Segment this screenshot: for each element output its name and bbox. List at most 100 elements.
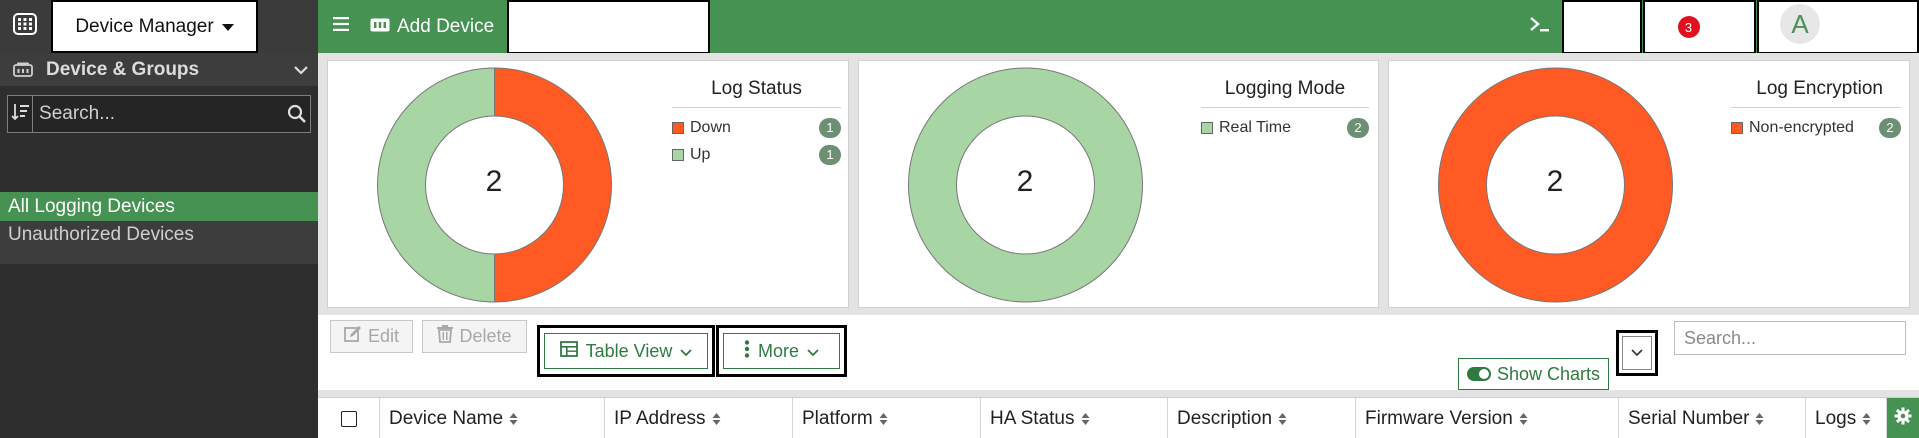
show-charts-label: Show Charts: [1496, 363, 1601, 384]
more-button[interactable]: More: [723, 333, 840, 369]
avatar: A: [1780, 4, 1820, 44]
product-title: Device Manager: [75, 15, 214, 37]
top-bar: Device Manager Add Device 3 A: [0, 0, 1919, 54]
legend: Log Encryption Non-encrypted 2: [1731, 61, 1901, 141]
legend-swatch: [672, 148, 684, 161]
app-root: Device Manager Add Device 3 A Device & G…: [0, 0, 1919, 438]
legend: Logging Mode Real Time 2: [1201, 61, 1369, 141]
sidebar-item-all-logging-devices[interactable]: All Logging Devices: [0, 192, 318, 221]
column-header-device-name[interactable]: Device Name: [380, 398, 605, 438]
legend-item-non-encrypted[interactable]: Non-encrypted 2: [1731, 114, 1901, 141]
hamburger-icon: [333, 17, 349, 36]
legend-count-badge: 2: [1347, 117, 1369, 138]
terminal-icon: [1529, 15, 1551, 38]
caret-down-icon: [221, 16, 234, 38]
select-all-cell: [318, 398, 380, 438]
column-label: Description: [1177, 407, 1273, 429]
legend-label: Down: [690, 118, 731, 136]
table-icon: [559, 340, 578, 362]
column-label: Device Name: [389, 407, 504, 429]
legend-swatch: [1201, 121, 1213, 134]
column-settings-button[interactable]: [1887, 398, 1919, 438]
sidebar-search-input[interactable]: [33, 96, 285, 132]
table-search-input[interactable]: [1674, 321, 1906, 355]
sidebar-section-header[interactable]: Device & Groups: [0, 53, 318, 86]
toggle-switch-icon: [1466, 367, 1491, 381]
table-header: Device Name IP Address Platform HA Statu…: [318, 397, 1919, 438]
table-view-dropdown[interactable]: Table View: [537, 325, 715, 377]
delete-label: Delete: [459, 326, 512, 346]
chart-card-logging-mode: 2 Logging Mode Real Time 2: [858, 60, 1379, 308]
sort-icon: [879, 412, 888, 426]
chevron-down-icon: [680, 341, 692, 362]
hamburger-menu-button[interactable]: [318, 0, 364, 53]
sort-descending-icon: [10, 102, 30, 127]
sidebar-item-label: Unauthorized Devices: [8, 224, 194, 245]
column-header-ip-address[interactable]: IP Address: [605, 398, 793, 438]
donut-total-count: 2: [1546, 165, 1564, 198]
app-launcher-button[interactable]: [0, 0, 50, 53]
sidebar-section-title: Device & Groups: [46, 58, 200, 80]
sort-icon: [1278, 412, 1287, 426]
show-charts-toggle[interactable]: Show Charts: [1458, 358, 1609, 390]
more-label: More: [757, 340, 799, 361]
add-device-button[interactable]: Add Device: [370, 0, 494, 53]
legend-label: Non-encrypted: [1749, 118, 1854, 136]
edit-icon: [344, 325, 362, 348]
notification-count-badge: 3: [1677, 16, 1700, 38]
sidebar-item-label: All Logging Devices: [8, 195, 175, 217]
column-header-logs[interactable]: Logs: [1806, 398, 1887, 438]
chart-card-log-status: 2 Log Status Down 1 Up 1: [327, 60, 849, 308]
sidebar: Device & Groups All Logging Devices: [0, 53, 318, 438]
more-dropdown[interactable]: More: [716, 325, 847, 377]
column-header-platform[interactable]: Platform: [793, 398, 981, 438]
chevron-down-icon: [807, 341, 819, 362]
table-view-button[interactable]: Table View: [544, 333, 708, 369]
select-all-checkbox[interactable]: [340, 410, 357, 427]
column-header-serial-number[interactable]: Serial Number: [1619, 398, 1806, 438]
legend-item-down[interactable]: Down 1: [672, 114, 841, 141]
chevron-down-icon[interactable]: [294, 59, 308, 81]
notifications-button[interactable]: 3: [1643, 0, 1756, 54]
column-label: Serial Number: [1628, 407, 1750, 429]
header-empty-button[interactable]: [1562, 0, 1642, 54]
column-header-description[interactable]: Description: [1168, 398, 1356, 438]
donut-total-count: 2: [1016, 165, 1034, 198]
header-empty-field[interactable]: [507, 0, 710, 54]
donut-total-count: 2: [485, 165, 503, 198]
legend-item-real-time[interactable]: Real Time 2: [1201, 114, 1369, 141]
delete-button[interactable]: Delete: [422, 320, 527, 353]
table-toolbar: Edit Delete Table View More Show Charts …: [318, 315, 1919, 390]
chart-card-log-encryption: 2 Log Encryption Non-encrypted 2: [1388, 60, 1910, 308]
main-content: 2 Log Status Down 1 Up 1 2 Logging Mode …: [318, 53, 1919, 438]
sort-button[interactable]: [8, 96, 34, 132]
sort-icon: [509, 412, 518, 426]
top-bar-spacer: [258, 0, 318, 53]
column-label: HA Status: [990, 407, 1075, 429]
cli-console-button[interactable]: [1518, 0, 1562, 53]
user-menu-button[interactable]: A: [1757, 0, 1919, 54]
legend-count-badge: 2: [1879, 117, 1901, 138]
vertical-dots-icon: [744, 339, 750, 363]
gear-icon: [1894, 407, 1912, 431]
search-icon[interactable]: [284, 104, 310, 124]
sidebar-item-unauthorized-devices[interactable]: Unauthorized Devices: [0, 221, 318, 264]
column-label: Platform: [802, 407, 873, 429]
collapse-button-inner[interactable]: [1622, 336, 1652, 370]
grid-icon: [13, 13, 37, 40]
column-header-firmware-version[interactable]: Firmware Version: [1356, 398, 1619, 438]
legend-count-badge: 1: [819, 144, 841, 165]
column-header-ha-status[interactable]: HA Status: [981, 398, 1168, 438]
sort-icon: [1081, 412, 1090, 426]
legend-swatch: [672, 121, 684, 134]
product-switcher-button[interactable]: Device Manager: [51, 0, 258, 53]
legend-count-badge: 1: [819, 117, 841, 138]
column-label: Logs: [1815, 407, 1857, 429]
sort-icon: [1519, 412, 1528, 426]
collapse-charts-button[interactable]: [1616, 330, 1658, 376]
edit-button[interactable]: Edit: [330, 320, 413, 353]
edit-label: Edit: [367, 326, 400, 346]
card-title: Log Encryption: [1731, 61, 1901, 108]
sort-icon: [1755, 412, 1764, 426]
legend-item-up[interactable]: Up 1: [672, 141, 841, 168]
